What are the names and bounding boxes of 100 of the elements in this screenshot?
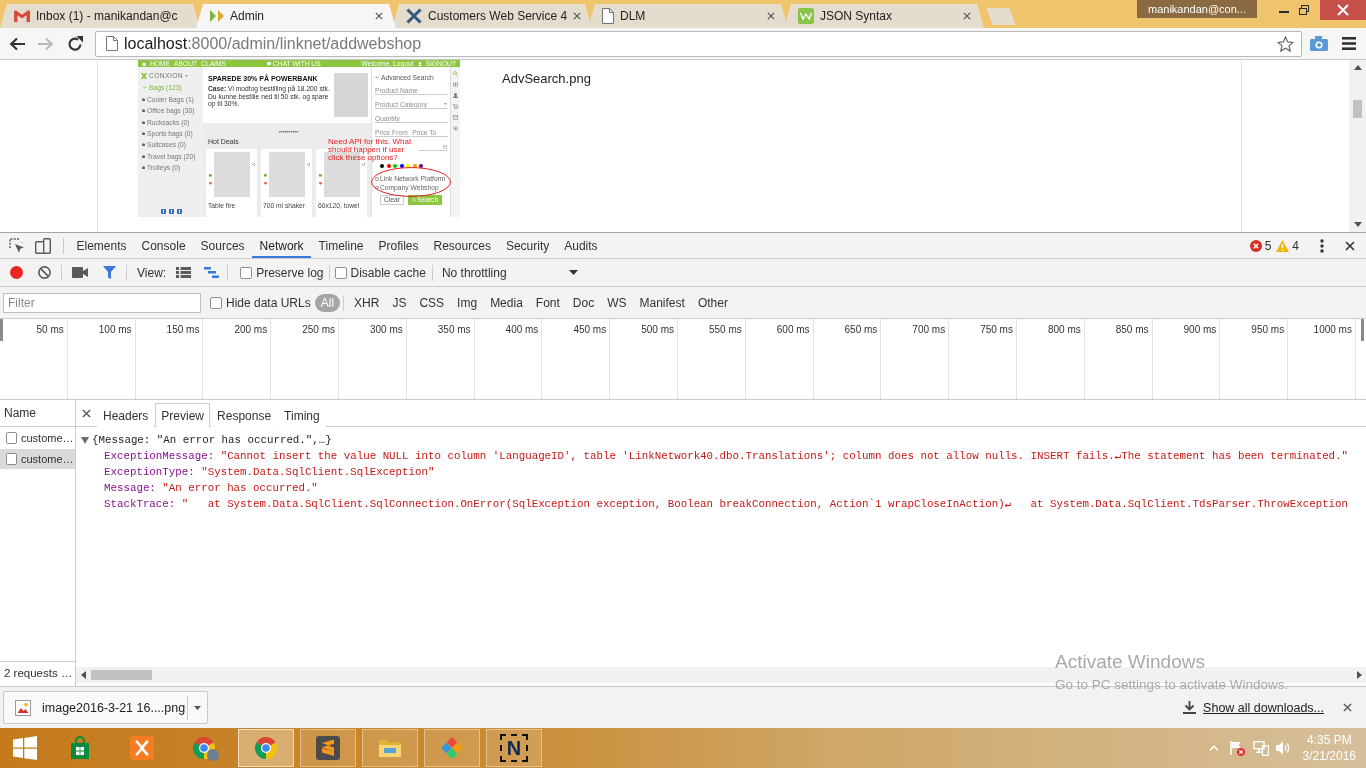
user-icon[interactable] bbox=[453, 93, 458, 98]
filter-icon[interactable] bbox=[103, 266, 116, 279]
scroll-up-icon[interactable] bbox=[1353, 65, 1362, 70]
range-handle[interactable] bbox=[1361, 319, 1364, 341]
back-arrow-icon[interactable] bbox=[9, 36, 25, 51]
color-swatch[interactable] bbox=[419, 164, 423, 168]
scrollbar-thumb[interactable] bbox=[1353, 100, 1362, 118]
filter-field[interactable]: Filter bbox=[3, 292, 201, 313]
gear-icon[interactable] bbox=[453, 126, 458, 131]
social-icon[interactable] bbox=[161, 209, 166, 214]
close-icon[interactable] bbox=[767, 12, 775, 20]
mail-icon bbox=[14, 10, 30, 22]
checkbox[interactable] bbox=[210, 296, 222, 309]
record-icon[interactable] bbox=[10, 266, 23, 279]
scroll-down-icon[interactable] bbox=[1353, 222, 1362, 227]
panel-tab[interactable]: Timeline bbox=[311, 233, 371, 258]
address-bar[interactable]: localhost:8000/admin/linknet/addwebshop bbox=[95, 30, 1302, 57]
panel-tab[interactable]: Resources bbox=[426, 233, 499, 258]
checkbox[interactable] bbox=[240, 266, 253, 279]
panel-tab[interactable]: Profiles bbox=[371, 233, 427, 258]
type-filter-button[interactable]: Font bbox=[529, 293, 566, 312]
disable-cache-label[interactable]: Disable cache bbox=[350, 265, 426, 280]
error-count[interactable]: 5 bbox=[1264, 238, 1272, 253]
request-row[interactable]: custome… bbox=[0, 428, 75, 448]
profile-button[interactable]: manikandan@con... bbox=[1137, 0, 1257, 18]
throttling-dropdown[interactable]: No throttling bbox=[441, 262, 579, 283]
radio-button[interactable] bbox=[375, 177, 379, 181]
clear-icon[interactable] bbox=[38, 266, 51, 279]
color-swatch[interactable] bbox=[412, 164, 417, 168]
close-icon[interactable] bbox=[1345, 240, 1355, 251]
menu-icon[interactable] bbox=[1342, 37, 1356, 50]
type-filter-button[interactable]: Other bbox=[691, 293, 734, 312]
caret-icon[interactable] bbox=[194, 705, 201, 710]
scroll-left-icon[interactable] bbox=[81, 671, 86, 679]
scrollbar-thumb[interactable] bbox=[91, 670, 152, 680]
panel-tab[interactable]: Sources bbox=[193, 233, 253, 258]
color-swatch[interactable] bbox=[406, 164, 410, 168]
close-icon[interactable] bbox=[963, 12, 971, 20]
type-filter-button[interactable]: Manifest bbox=[633, 293, 691, 312]
expand-triangle-icon[interactable] bbox=[81, 436, 89, 444]
close-icon[interactable] bbox=[1343, 703, 1352, 712]
download-item[interactable]: image2016-3-21 16....png bbox=[3, 691, 208, 724]
color-swatch[interactable] bbox=[399, 164, 404, 168]
browser-tab[interactable]: DLM bbox=[588, 4, 788, 28]
browser-tab[interactable]: Admin bbox=[196, 4, 396, 28]
social-icon[interactable] bbox=[169, 209, 174, 214]
color-swatch[interactable] bbox=[386, 164, 391, 168]
type-filter-button[interactable]: CSS bbox=[413, 293, 451, 312]
type-filter-button[interactable]: Media bbox=[484, 293, 529, 312]
checkbox[interactable] bbox=[334, 266, 347, 279]
preserve-log-label[interactable]: Preserve log bbox=[256, 265, 324, 280]
compare-icon[interactable] bbox=[453, 82, 458, 87]
browser-tab[interactable]: Inbox (1) - manikandan@c bbox=[0, 4, 200, 28]
close-icon[interactable] bbox=[375, 12, 383, 20]
video-camera-icon[interactable] bbox=[72, 267, 88, 278]
reload-icon[interactable] bbox=[67, 35, 83, 52]
close-icon[interactable] bbox=[82, 408, 91, 418]
more-options-icon[interactable] bbox=[1320, 238, 1324, 253]
error-icon[interactable] bbox=[1249, 239, 1262, 252]
color-swatch[interactable] bbox=[393, 164, 397, 168]
flag-icon[interactable] bbox=[1228, 740, 1245, 756]
download-file-name[interactable]: image2016-3-21 16....png bbox=[42, 700, 186, 715]
range-handle[interactable] bbox=[0, 319, 3, 341]
hide-data-urls-label[interactable]: Hide data URLs bbox=[226, 295, 311, 310]
mail-icon[interactable] bbox=[453, 115, 458, 120]
radio-button[interactable] bbox=[375, 185, 379, 189]
list-view-icon[interactable] bbox=[176, 267, 192, 278]
taskbar-app-button[interactable] bbox=[300, 729, 356, 767]
browser-tab[interactable]: Customers Web Service 4 bbox=[392, 4, 592, 28]
taskbar-app-button[interactable]: N bbox=[486, 729, 542, 767]
type-filter-button[interactable]: JS bbox=[386, 293, 413, 312]
panel-tab[interactable]: Elements bbox=[69, 233, 135, 258]
inspect-icon[interactable] bbox=[9, 237, 25, 254]
browser-tab[interactable]: JSON Syntax bbox=[784, 4, 984, 28]
type-filter-button[interactable]: XHR bbox=[348, 293, 386, 312]
panel-tab[interactable]: Security bbox=[498, 233, 557, 258]
request-row[interactable]: custome… bbox=[0, 449, 75, 469]
vertical-scrollbar[interactable] bbox=[1349, 60, 1366, 232]
type-filter-button[interactable]: Img bbox=[451, 293, 484, 312]
restore-icon[interactable] bbox=[1299, 5, 1309, 15]
type-filter-button[interactable]: WS bbox=[601, 293, 633, 312]
scroll-right-icon[interactable] bbox=[1357, 671, 1362, 679]
social-icon[interactable] bbox=[177, 209, 182, 214]
panel-tab[interactable]: Console bbox=[134, 233, 194, 258]
column-header[interactable]: Name bbox=[0, 400, 75, 427]
cart-icon[interactable] bbox=[453, 104, 458, 109]
close-icon[interactable] bbox=[573, 12, 582, 20]
color-swatch[interactable] bbox=[380, 164, 384, 168]
type-filter-button[interactable]: Doc bbox=[566, 293, 601, 312]
device-icon[interactable] bbox=[35, 237, 51, 254]
show-all-downloads-link[interactable]: Show all downloads... bbox=[1203, 700, 1324, 715]
detail-tab[interactable]: Preview bbox=[155, 403, 211, 427]
star-icon[interactable] bbox=[1277, 35, 1294, 52]
camera-icon[interactable] bbox=[1310, 36, 1328, 51]
taskbar-app-button[interactable] bbox=[424, 729, 480, 767]
warning-count[interactable]: 4 bbox=[1292, 238, 1299, 253]
start-icon[interactable] bbox=[13, 736, 37, 760]
taskbar-app-button[interactable] bbox=[238, 729, 294, 767]
panel-tab[interactable]: Audits bbox=[556, 233, 606, 258]
waterfall-icon[interactable] bbox=[204, 267, 220, 278]
